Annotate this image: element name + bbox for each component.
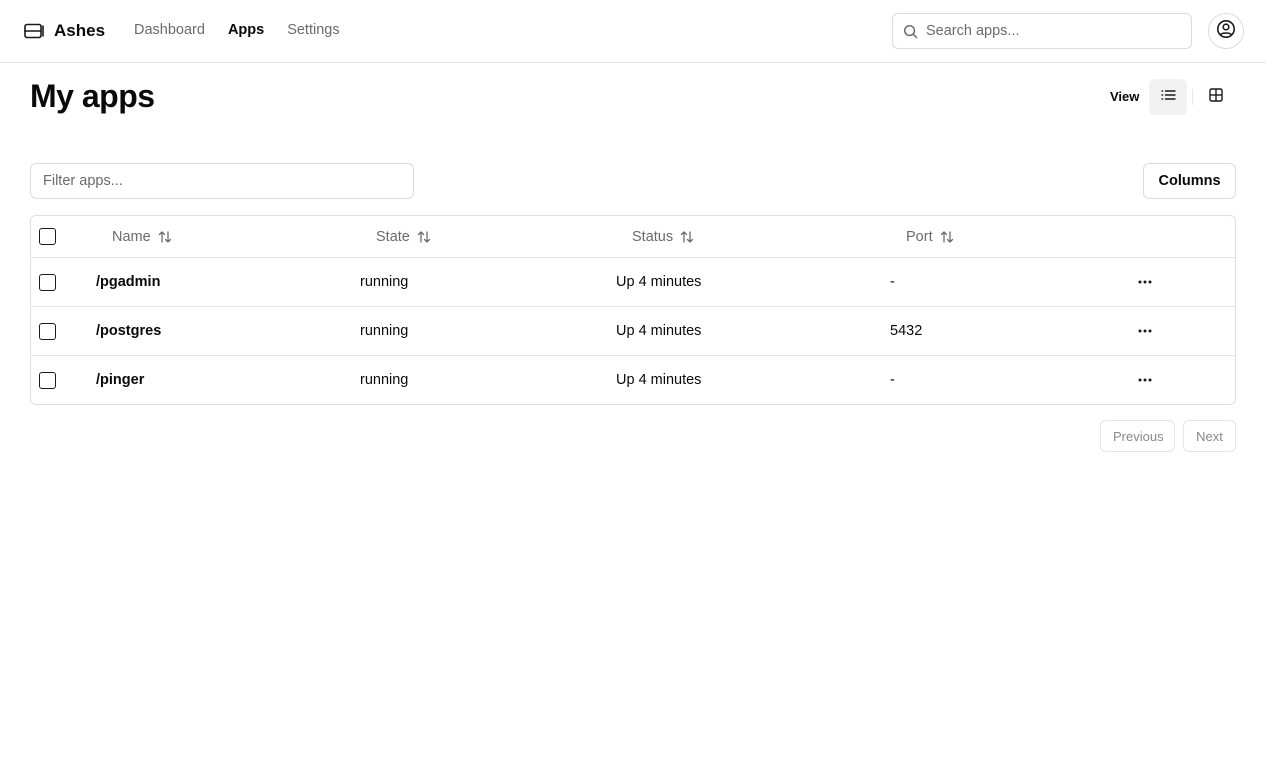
sort-icon (940, 230, 953, 243)
column-label: Name (112, 228, 151, 245)
column-header-state[interactable]: State (376, 216, 431, 257)
table-row[interactable]: /pinger running Up 4 minutes - (31, 355, 1235, 404)
row-checkbox[interactable] (39, 372, 56, 389)
app-status-cell: Up 4 minutes (616, 323, 702, 339)
search-input[interactable] (926, 23, 1176, 39)
previous-page-button[interactable]: Previous (1100, 420, 1175, 452)
app-status-cell: Up 4 minutes (616, 274, 702, 290)
more-actions-button[interactable] (1131, 270, 1159, 294)
column-label: Status (632, 228, 674, 245)
brand[interactable]: Ashes (24, 19, 105, 43)
app-state-cell: running (360, 372, 409, 388)
user-circle-icon (1216, 19, 1236, 44)
row-checkbox[interactable] (39, 274, 56, 291)
next-page-button[interactable]: Next (1183, 420, 1236, 452)
main-nav: Dashboard Apps Settings (134, 22, 340, 38)
account-button[interactable] (1208, 13, 1244, 49)
column-header-port[interactable]: Port (906, 216, 954, 257)
row-checkbox[interactable] (39, 323, 56, 340)
view-divider (1192, 89, 1193, 105)
table-row[interactable]: /postgres running Up 4 minutes 5432 (31, 306, 1235, 355)
sort-icon (158, 230, 171, 243)
app-name-cell[interactable]: /postgres (96, 307, 161, 355)
more-horizontal-icon (1138, 280, 1152, 284)
app-port-cell: - (890, 274, 895, 290)
sort-icon (417, 230, 431, 243)
filter-input[interactable] (30, 163, 414, 199)
grid-view-button[interactable] (1197, 79, 1235, 115)
list-icon (1160, 88, 1176, 106)
page-title: My apps (30, 78, 155, 114)
app-state-cell: running (360, 323, 409, 339)
more-horizontal-icon (1138, 378, 1152, 382)
column-label: State (376, 228, 410, 245)
more-actions-button[interactable] (1131, 319, 1159, 343)
app-name: Ashes (54, 21, 106, 40)
nav-item-dashboard[interactable]: Dashboard (134, 22, 205, 38)
more-actions-button[interactable] (1131, 368, 1159, 392)
app-port-cell: 5432 (890, 323, 923, 339)
table-row[interactable]: /pgadmin running Up 4 minutes - (31, 257, 1235, 306)
column-label: Port (906, 228, 933, 245)
app-name-cell[interactable]: /pgadmin (96, 258, 160, 306)
list-view-button[interactable] (1149, 79, 1187, 115)
app-name-cell[interactable]: /pinger (96, 356, 144, 404)
nav-item-settings[interactable]: Settings (287, 22, 339, 38)
column-header-name[interactable]: Name (112, 216, 172, 257)
apps-table: Name State Status Port /pgadmin running … (30, 215, 1236, 405)
top-bar: Ashes Dashboard Apps Settings (0, 0, 1266, 63)
column-header-status[interactable]: Status (632, 216, 694, 257)
columns-button[interactable]: Columns (1143, 163, 1236, 199)
search-box[interactable] (892, 13, 1192, 49)
app-port-cell: - (890, 372, 895, 388)
server-icon (24, 23, 44, 39)
nav-item-apps[interactable]: Apps (228, 22, 264, 38)
select-all-checkbox[interactable] (39, 228, 56, 245)
sort-icon (680, 230, 694, 243)
view-label: View (1110, 89, 1140, 104)
grid-icon (1209, 87, 1223, 107)
table-header-row: Name State Status Port (31, 216, 1235, 257)
search-icon (903, 24, 918, 39)
app-state-cell: running (360, 274, 409, 290)
app-status-cell: Up 4 minutes (616, 372, 702, 388)
more-horizontal-icon (1138, 329, 1152, 333)
